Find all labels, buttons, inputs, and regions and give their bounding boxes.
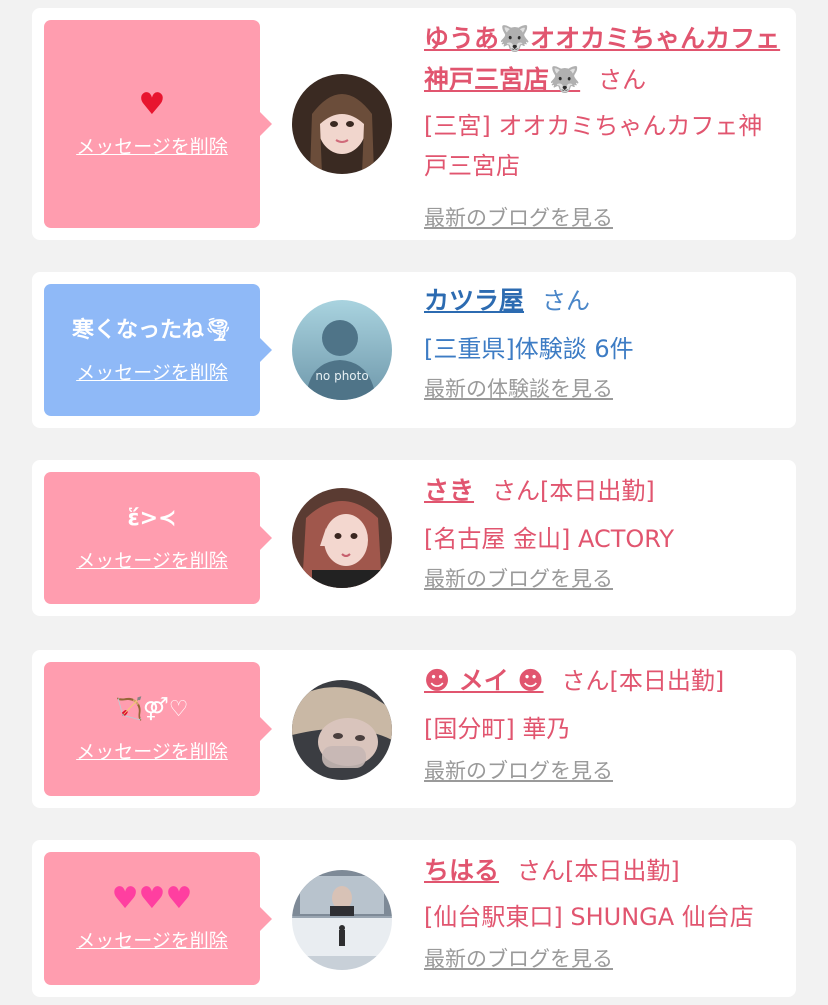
avatar[interactable] xyxy=(292,870,392,970)
honorific-suffix: さん xyxy=(542,287,591,315)
avatar[interactable] xyxy=(292,488,392,588)
profile-name-link[interactable]: ☻ メイ ☻ xyxy=(424,666,544,695)
message-list: ♥ メッセージを削除 ゆうあ🐺オオカミちゃんカフェ神戸三宮店🐺 さん [三宮] オ… xyxy=(0,0,828,1005)
profile-info: ちはる さん[本日出勤] [仙台駅東口] SHUNGA 仙台店 最新のブログを見る xyxy=(424,852,786,973)
delete-message-button[interactable]: メッセージを削除 xyxy=(76,546,228,573)
avatar[interactable] xyxy=(292,74,392,174)
profile-info: ☻ メイ ☻ さん[本日出勤] [国分町] 華乃 最新のブログを見る xyxy=(424,662,786,785)
message-bubble: ♥ メッセージを削除 xyxy=(44,20,272,228)
location-text: [三宮] オオカミちゃんカフェ神戸三宮店 xyxy=(424,112,763,180)
avatar[interactable] xyxy=(292,680,392,780)
honorific-suffix: さん xyxy=(517,857,566,885)
message-text: 寒くなったね🌪 xyxy=(72,317,232,343)
profile-name-link[interactable]: カツラ屋 xyxy=(424,286,524,315)
location-text: [仙台駅東口] SHUNGA 仙台店 xyxy=(424,903,754,931)
working-today-badge: [本日出勤] xyxy=(565,857,680,885)
message-bubble: ♥♥♥ メッセージを削除 xyxy=(44,852,272,985)
latest-review-link[interactable]: 最新の体験談を見る xyxy=(424,373,613,403)
profile-info: カツラ屋 さん [三重県]体験談 6件 最新の体験談を見る xyxy=(424,282,786,403)
honorific-suffix: さん xyxy=(492,477,541,505)
list-item: 🏹⚤♡ メッセージを削除 ☻ メイ ☻ さん[本日出勤] [国分町] 華乃 最新の… xyxy=(32,650,796,808)
avatar[interactable]: no photo xyxy=(292,300,392,400)
message-text: 🏹⚤♡ xyxy=(115,696,189,722)
profile-name-link[interactable]: ちはる xyxy=(424,856,499,885)
message-bubble: 寒くなったね🌪 メッセージを削除 xyxy=(44,284,272,416)
honorific-suffix: さん xyxy=(561,667,610,695)
profile-info: さき さん[本日出勤] [名古屋 金山] ACTORY 最新のブログを見る xyxy=(424,472,786,593)
delete-message-button[interactable]: メッセージを削除 xyxy=(76,132,228,159)
list-item: 寒くなったね🌪 メッセージを削除 no photo カツラ屋 さん [三重県]体… xyxy=(32,272,796,428)
delete-message-button[interactable]: メッセージを削除 xyxy=(76,926,228,953)
location-text: [三重県]体験談 6件 xyxy=(424,335,634,363)
latest-blog-link[interactable]: 最新のブログを見る xyxy=(424,755,613,785)
message-bubble: ἕ>≺ メッセージを削除 xyxy=(44,472,272,604)
message-text: ♥ xyxy=(138,86,166,122)
honorific-suffix: さん xyxy=(598,66,647,94)
delete-message-button[interactable]: メッセージを削除 xyxy=(76,737,228,764)
location-text: [国分町] 華乃 xyxy=(424,715,571,743)
list-item: ἕ>≺ メッセージを削除 さき さん[本日出勤] [名古屋 金山] ACTORY … xyxy=(32,460,796,616)
latest-blog-link[interactable]: 最新のブログを見る xyxy=(424,943,613,973)
profile-info: ゆうあ🐺オオカミちゃんカフェ神戸三宮店🐺 さん [三宮] オオカミちゃんカフェ神戸… xyxy=(424,20,786,232)
location-text: [名古屋 金山] ACTORY xyxy=(424,525,675,553)
list-item: ♥♥♥ メッセージを削除 ちはる さん[本日出勤] [仙台駅東口] SHUNGA … xyxy=(32,840,796,997)
list-item: ♥ メッセージを削除 ゆうあ🐺オオカミちゃんカフェ神戸三宮店🐺 さん [三宮] オ… xyxy=(32,8,796,240)
delete-message-button[interactable]: メッセージを削除 xyxy=(76,358,228,385)
latest-blog-link[interactable]: 最新のブログを見る xyxy=(424,563,613,593)
no-photo-label: no photo xyxy=(315,369,368,383)
working-today-badge: [本日出勤] xyxy=(540,477,655,505)
working-today-badge: [本日出勤] xyxy=(609,667,725,695)
message-text: ♥♥♥ xyxy=(111,881,193,916)
message-text: ἕ>≺ xyxy=(127,505,177,531)
message-bubble: 🏹⚤♡ メッセージを削除 xyxy=(44,662,272,796)
latest-blog-link[interactable]: 最新のブログを見る xyxy=(424,202,613,232)
profile-name-link[interactable]: さき xyxy=(424,476,474,505)
